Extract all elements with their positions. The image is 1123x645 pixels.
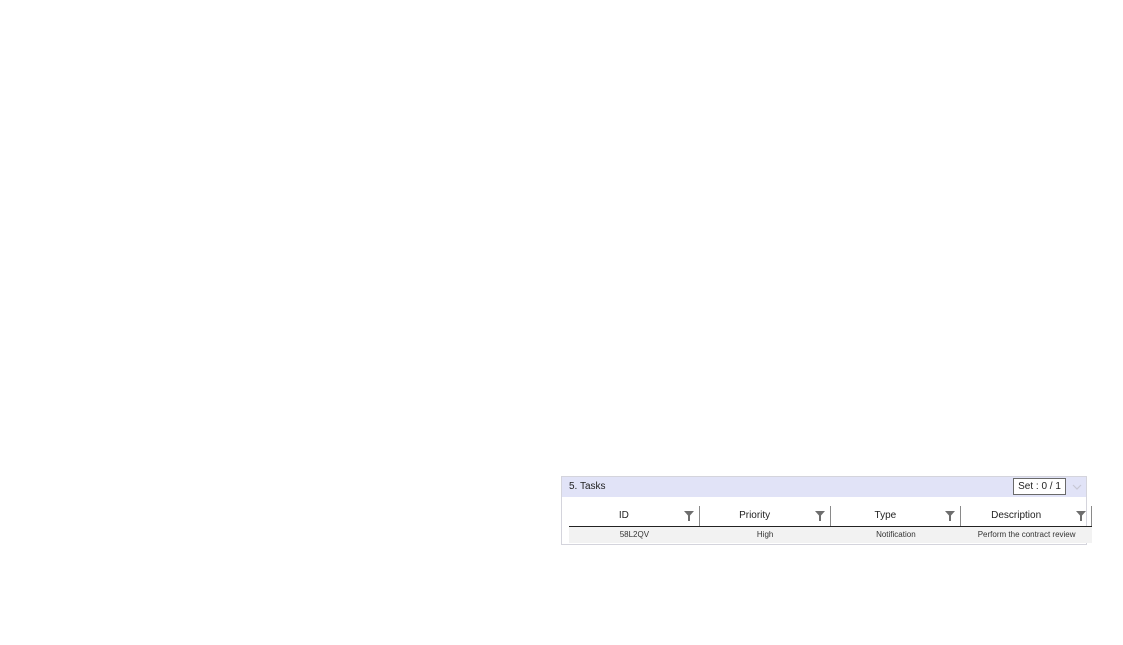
column-header-priority[interactable]: Priority (700, 506, 831, 526)
cell-description: Perform the contract review (977, 530, 1076, 539)
tasks-table: ID Priority Type Description 58L2QV High… (569, 506, 1092, 543)
chevron-down-icon (1072, 484, 1082, 490)
filter-icon[interactable] (1076, 511, 1086, 521)
cell-priority: High (756, 530, 774, 539)
column-label: Type (874, 510, 897, 521)
column-label: ID (618, 510, 629, 521)
column-header-type[interactable]: Type (831, 506, 962, 526)
column-header-description[interactable]: Description (961, 506, 1092, 526)
tasks-panel: 5. Tasks Set : 0 / 1 ID Priority Type De… (561, 476, 1092, 545)
column-label: Priority (739, 510, 771, 521)
table-header: ID Priority Type Description (569, 506, 1092, 527)
filter-icon[interactable] (945, 511, 956, 521)
column-label: Description (991, 510, 1042, 521)
cell-type: Notification (876, 530, 916, 539)
panel-title: 5. Tasks (569, 481, 606, 492)
cell-id: 58L2QV (619, 530, 650, 539)
set-counter[interactable]: Set : 0 / 1 (1013, 478, 1066, 495)
collapse-button[interactable] (1068, 478, 1086, 496)
filter-icon[interactable] (814, 511, 825, 521)
table-row[interactable]: 58L2QV High Notification Perform the con… (569, 527, 1092, 543)
column-header-id[interactable]: ID (569, 506, 700, 526)
filter-icon[interactable] (683, 511, 694, 521)
panel-header: 5. Tasks Set : 0 / 1 (562, 477, 1086, 497)
